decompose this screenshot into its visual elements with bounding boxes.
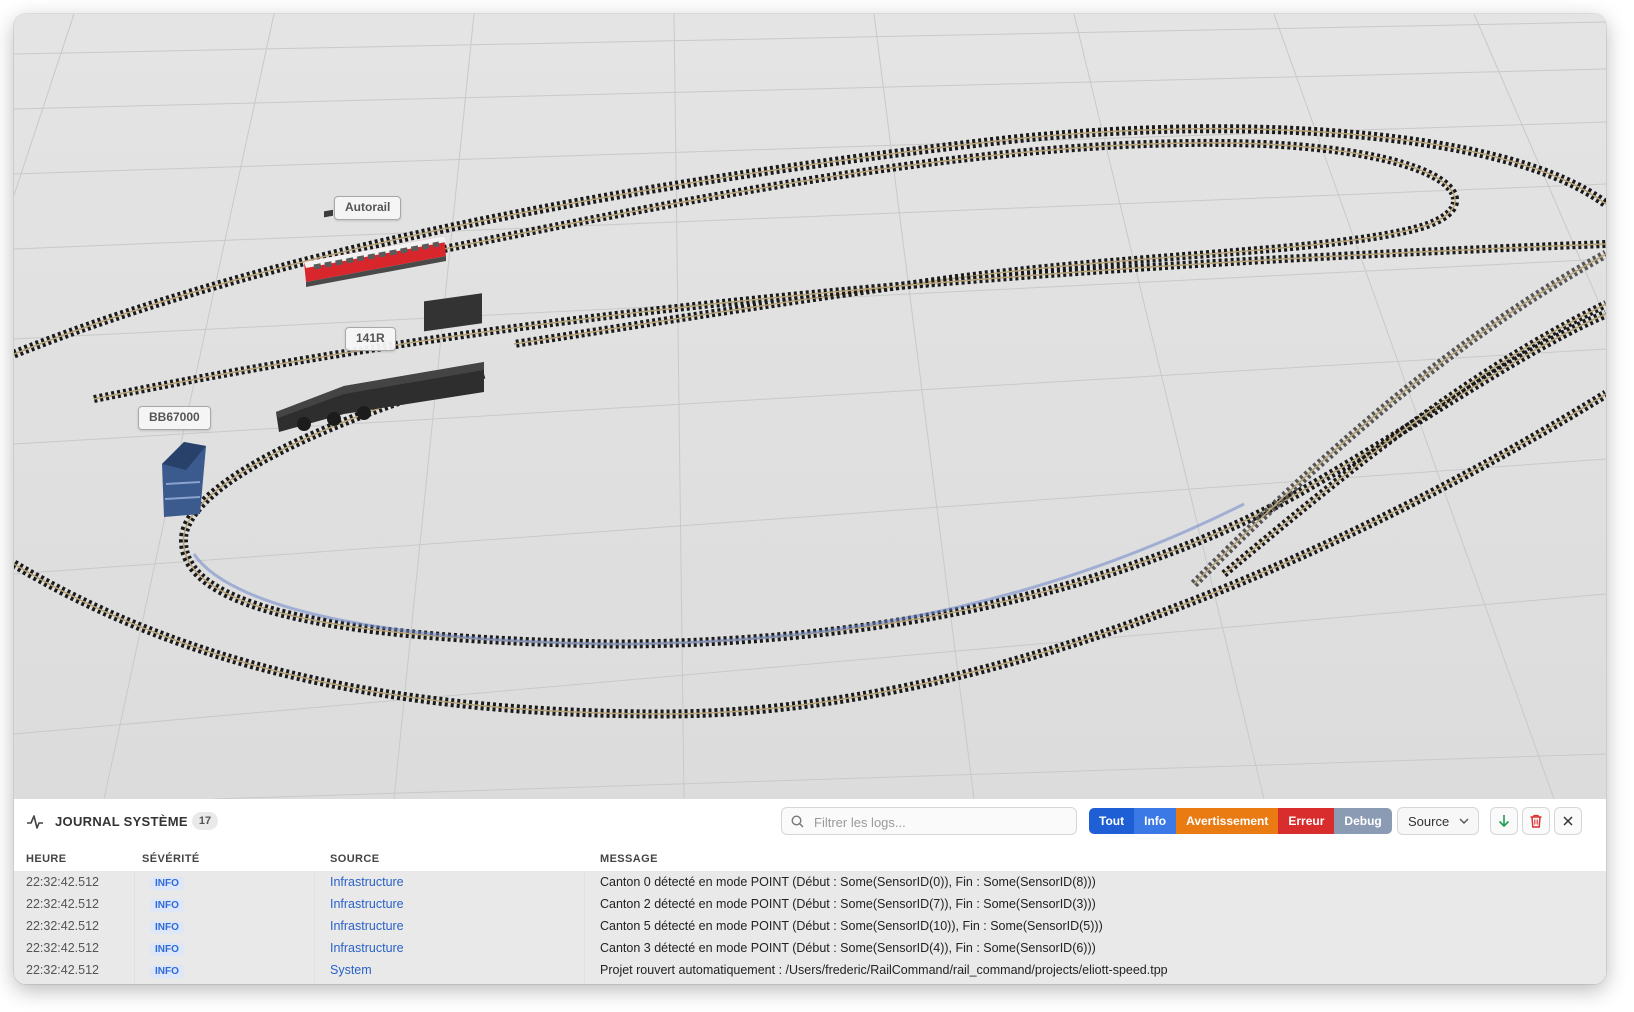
filter-error-button[interactable]: Erreur — [1278, 808, 1335, 834]
clear-logs-button[interactable] — [1522, 807, 1550, 835]
severity-badge: INFO — [150, 943, 184, 956]
column-header-severity[interactable]: SÉVÉRITÉ — [142, 853, 200, 865]
train-label-autorail[interactable]: Autorail — [334, 196, 402, 220]
table-row[interactable]: 22:32:42.512 INFO Infrastructure Canton … — [14, 872, 1606, 894]
log-panel-title: JOURNAL SYSTÈME — [55, 814, 188, 829]
table-row[interactable]: 22:32:42.512 INFO System Projet rouvert … — [14, 960, 1606, 982]
log-table-header: HEURE SÉVÉRITÉ SOURCE MESSAGE — [14, 845, 1606, 872]
table-row[interactable]: 22:32:42.512 INFO Infrastructure Canton … — [14, 916, 1606, 938]
log-time: 22:32:42.512 — [26, 919, 99, 933]
log-search-field[interactable] — [781, 807, 1077, 835]
trash-icon — [1530, 814, 1542, 828]
column-header-time[interactable]: HEURE — [26, 853, 67, 865]
log-message: Canton 0 détecté en mode POINT (Début : … — [600, 875, 1096, 889]
column-header-source[interactable]: SOURCE — [330, 853, 379, 865]
track-3d-viewport[interactable]: Autorail 141R BB67000 — [14, 14, 1606, 799]
log-table-body: 22:32:42.512 INFO Infrastructure Canton … — [14, 872, 1606, 984]
log-message: Canton 2 détecté en mode POINT (Début : … — [600, 897, 1096, 911]
column-divider — [314, 872, 315, 984]
scroll-down-button[interactable] — [1490, 807, 1518, 835]
log-message: Canton 3 détecté en mode POINT (Début : … — [600, 941, 1096, 955]
train-bb67000 — [162, 442, 206, 517]
log-count-badge: 17 — [192, 812, 218, 830]
log-message: Projet rouvert automatiquement : /Users/… — [600, 963, 1168, 977]
search-icon — [791, 815, 804, 828]
severity-badge: INFO — [150, 877, 184, 890]
close-panel-button[interactable] — [1554, 807, 1582, 835]
log-source-link[interactable]: Infrastructure — [330, 919, 404, 933]
source-select-label: Source — [1408, 814, 1450, 829]
log-toolbar: JOURNAL SYSTÈME 17 Tout Info Avertisseme… — [14, 799, 1606, 846]
column-divider — [134, 872, 135, 984]
app-window: Autorail 141R BB67000 JOURNAL SYSTÈME 17… — [14, 14, 1606, 984]
log-time: 22:32:42.512 — [26, 875, 99, 889]
table-row[interactable]: 22:32:42.512 INFO Infrastructure Canton … — [14, 938, 1606, 960]
floor-grid — [14, 14, 1606, 799]
arrow-down-icon — [1498, 815, 1510, 828]
train-autorail — [304, 209, 446, 287]
severity-filter-group: Tout Info Avertissement Erreur Debug — [1089, 808, 1392, 834]
column-header-message[interactable]: MESSAGE — [600, 853, 658, 865]
table-row[interactable]: 22:32:42.512 INFO Infrastructure Canton … — [14, 894, 1606, 916]
column-divider — [584, 872, 585, 984]
filter-info-button[interactable]: Info — [1134, 808, 1177, 834]
train-label-bb67000[interactable]: BB67000 — [138, 406, 211, 430]
severity-badge: INFO — [150, 965, 184, 978]
track-highlight — [192, 502, 1245, 646]
log-time: 22:32:42.512 — [26, 897, 99, 911]
filter-debug-button[interactable]: Debug — [1334, 808, 1392, 834]
log-message: Canton 5 détecté en mode POINT (Début : … — [600, 919, 1103, 933]
source-select[interactable]: Source — [1397, 807, 1479, 835]
filter-warning-button[interactable]: Avertissement — [1176, 808, 1279, 834]
system-log-panel: JOURNAL SYSTÈME 17 Tout Info Avertisseme… — [14, 799, 1606, 984]
log-source-link[interactable]: Infrastructure — [330, 897, 404, 911]
close-icon — [1563, 816, 1573, 826]
train-label-141r[interactable]: 141R — [345, 327, 396, 351]
severity-badge: INFO — [150, 921, 184, 934]
activity-icon — [27, 815, 43, 829]
track-outer-loop — [14, 124, 1606, 359]
log-time: 22:32:42.512 — [26, 963, 99, 977]
track-upper-loop — [443, 138, 1459, 348]
filter-all-button[interactable]: Tout — [1089, 808, 1135, 834]
severity-badge: INFO — [150, 899, 184, 912]
track-outer-bottom — [14, 390, 1606, 719]
track-layout-scene — [14, 14, 1606, 799]
chevron-down-icon — [1459, 818, 1469, 824]
track-diagonal-a — [1190, 250, 1606, 588]
log-source-link[interactable]: Infrastructure — [330, 875, 404, 889]
log-search-input[interactable] — [812, 811, 1071, 833]
track-inner-oval — [179, 309, 1606, 649]
log-source-link[interactable]: Infrastructure — [330, 941, 404, 955]
log-time: 22:32:42.512 — [26, 941, 99, 955]
log-source-link[interactable]: System — [330, 963, 372, 977]
